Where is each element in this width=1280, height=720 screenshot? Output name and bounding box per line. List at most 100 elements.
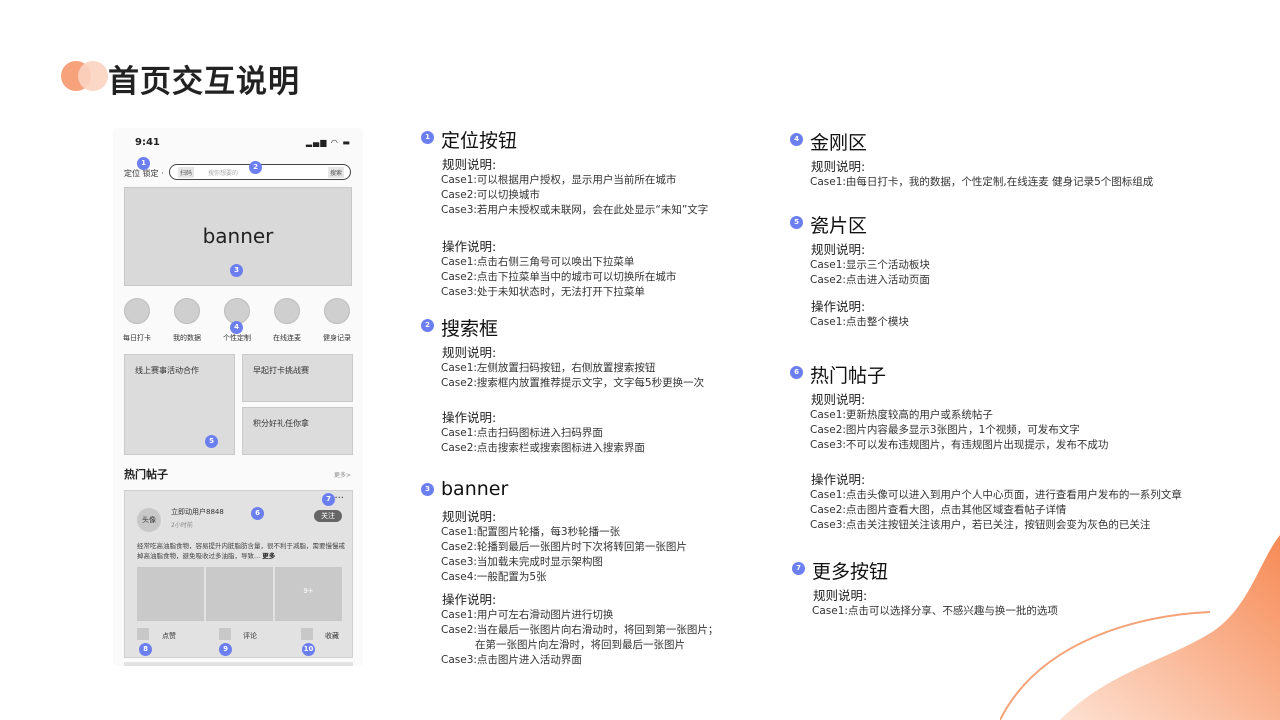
rule-line: Case4:一般配置为5张: [441, 571, 547, 583]
rule-line: Case3:不可以发布违规图片，有违规图片出现提示，发布不成功: [810, 439, 1109, 451]
section-title: 瓷片区: [810, 215, 868, 237]
tile-label: 早起打卡挑战赛: [253, 366, 309, 375]
section-title: 搜索框: [441, 318, 499, 340]
tile-points-gift[interactable]: 积分好礼任你拿: [242, 407, 353, 455]
marker-3: 3: [230, 264, 243, 277]
status-icons: ▂▄▆ ◠ ▬: [305, 138, 351, 147]
hot-posts-title: 热门帖子: [124, 468, 168, 481]
post-card[interactable]: 头像 立即动用户8848 2小时前 关注 ··· 经常吃高油脂食物，容易提升内脏…: [124, 490, 353, 658]
section-title: banner: [441, 478, 509, 500]
post-image[interactable]: [137, 567, 204, 621]
rule-label: 规则说明:: [811, 392, 866, 407]
kingkong-item-daily-checkin[interactable]: 每日打卡: [117, 298, 157, 343]
section-number: 1: [421, 131, 434, 144]
section-header: 4 金刚区: [790, 128, 1153, 154]
rule-line: Case2:可以切换城市: [441, 189, 540, 201]
marker-9: 9: [219, 643, 232, 656]
post-more-link[interactable]: 更多: [262, 552, 275, 560]
marker-4: 4: [230, 321, 243, 334]
rule-line: Case3:当加载未完成时显示架构图: [441, 556, 603, 568]
tile-label: 线上赛事活动合作: [135, 366, 199, 375]
section-title: 更多按钮: [812, 561, 889, 583]
post-image[interactable]: [206, 567, 273, 621]
op-line: Case2:当在最后一张图片向右滑动时，将回到第一张图片；: [441, 624, 719, 636]
op-line: Case1:点击扫码图标进入扫码界面: [441, 427, 603, 439]
section-title: 金刚区: [810, 132, 868, 154]
more-dots-icon[interactable]: ···: [334, 493, 344, 504]
kingkong-icon: [324, 298, 350, 324]
op-label: 操作说明:: [442, 592, 497, 607]
kingkong-item-online-mic[interactable]: 在线连麦: [267, 298, 307, 343]
search-button[interactable]: 搜索: [327, 167, 344, 178]
op-line: Case1:用户可左右滑动图片进行切换: [441, 609, 614, 621]
section-number: 7: [792, 562, 805, 575]
like-icon[interactable]: [137, 628, 149, 640]
section-header: 3 banner: [421, 478, 718, 502]
post-text[interactable]: 经常吃高油脂食物，容易提升内脏脂肪含量，很不利于减脂，需要慢慢戒掉高油脂食物，避…: [137, 541, 345, 561]
op-label: 操作说明:: [811, 472, 866, 487]
section-location-button: 1 定位按钮 规则说明: Case1:可以根据用户授权，显示用户当前所在城市 C…: [421, 126, 708, 300]
like-label[interactable]: 点赞: [162, 631, 176, 641]
section-number: 6: [790, 366, 803, 379]
tile-early-checkin[interactable]: 早起打卡挑战赛: [242, 354, 353, 402]
kingkong-icon: [124, 298, 150, 324]
comment-label[interactable]: 评论: [243, 631, 257, 641]
op-label: 操作说明:: [442, 239, 497, 254]
op-line: Case2:点击搜索栏或搜索图标进入搜索界面: [441, 442, 645, 454]
follow-button[interactable]: 关注: [314, 510, 342, 522]
image-count-label: 9+: [303, 587, 314, 595]
section-banner: 3 banner 规则说明: Case1:配置图片轮播，每3秒轮播一张 Case…: [421, 478, 718, 668]
rule-line: Case2:轮播到最后一张图片时下次将转回第一张图片: [441, 541, 687, 553]
post-image-more[interactable]: 9+: [275, 567, 342, 621]
op-line: Case3:点击图片进入活动界面: [441, 654, 582, 666]
scan-button[interactable]: 扫码: [178, 167, 195, 178]
marker-5: 5: [205, 435, 218, 448]
section-more-button: 7 更多按钮 规则说明: Case1:点击可以选择分享、不感兴趣与换一批的选项: [792, 557, 1058, 619]
banner-label: banner: [202, 224, 274, 248]
op-line: Case1:点击整个模块: [810, 316, 909, 328]
op-line: Case1:点击右侧三角号可以唤出下拉菜单: [441, 256, 635, 268]
rule-line: Case1:由每日打卡，我的数据，个性定制,在线连麦 健身记录5个图标组成: [810, 176, 1154, 188]
rule-line: Case1:显示三个活动板块: [810, 259, 930, 271]
avatar[interactable]: 头像: [137, 508, 161, 532]
marker-10: 10: [302, 643, 315, 656]
op-line: 在第一张图片向左滑时，将回到最后一张图片: [475, 639, 685, 651]
op-label: 操作说明:: [811, 299, 866, 314]
section-search-box: 2 搜索框 规则说明: Case1:左侧放置扫码按钮，右侧放置搜索按钮 Case…: [421, 314, 704, 456]
comment-icon[interactable]: [219, 628, 231, 640]
rule-line: Case1:点击可以选择分享、不感兴趣与换一批的选项: [812, 605, 1058, 617]
rule-line: Case1:配置图片轮播，每3秒轮播一张: [441, 526, 621, 538]
kingkong-item-fitness-record[interactable]: 健身记录: [317, 298, 357, 343]
tile-online-event[interactable]: 线上赛事活动合作: [124, 354, 235, 455]
section-number: 3: [421, 483, 434, 496]
op-line: Case1:点击头像可以进入到用户个人中心页面，进行查看用户发布的一系列文章: [810, 489, 1182, 501]
rule-line: Case1:左侧放置扫码按钮，右侧放置搜索按钮: [441, 362, 656, 374]
collect-icon[interactable]: [301, 628, 313, 640]
marker-6: 6: [251, 507, 264, 520]
marker-8: 8: [139, 643, 152, 656]
light-orange-dot: [78, 61, 108, 91]
next-card-edge: [124, 662, 353, 666]
collect-label[interactable]: 收藏: [325, 631, 339, 641]
section-header: 7 更多按钮: [792, 557, 1058, 583]
rule-label: 规则说明:: [442, 345, 497, 360]
op-line: Case2:点击下拉菜单当中的城市可以切换所在城市: [441, 271, 677, 283]
section-number: 4: [790, 133, 803, 146]
kingkong-item-my-data[interactable]: 我的数据: [167, 298, 207, 343]
hot-more-link[interactable]: 更多>: [334, 470, 351, 479]
rule-label: 规则说明:: [811, 242, 866, 257]
op-line: Case3:点击关注按钮关注该用户，若已关注，按钮则会变为灰色的已关注: [810, 519, 1151, 531]
rule-line: Case1:可以根据用户授权，显示用户当前所在城市: [441, 174, 677, 186]
marker-7: 7: [322, 493, 335, 506]
post-body: 经常吃高油脂食物，容易提升内脏脂肪含量，很不利于减脂，需要慢慢戒掉高油脂食物，避…: [137, 542, 345, 560]
marker-2: 2: [249, 161, 262, 174]
section-hot-posts: 6 热门帖子 规则说明: Case1:更新热度较高的用户或系统帖子 Case2:…: [790, 361, 1182, 533]
op-label: 操作说明:: [442, 410, 497, 425]
kingkong-label: 在线连麦: [273, 334, 301, 342]
kingkong-icon: [174, 298, 200, 324]
section-kingkong: 4 金刚区 规则说明: Case1:由每日打卡，我的数据，个性定制,在线连麦 健…: [790, 128, 1153, 190]
marker-1: 1: [137, 157, 150, 170]
rule-line: Case2:图片内容最多显示3张图片，1个视频，可发布文字: [810, 424, 1080, 436]
rule-line: Case1:更新热度较高的用户或系统帖子: [810, 409, 993, 421]
section-header: 2 搜索框: [421, 314, 704, 340]
